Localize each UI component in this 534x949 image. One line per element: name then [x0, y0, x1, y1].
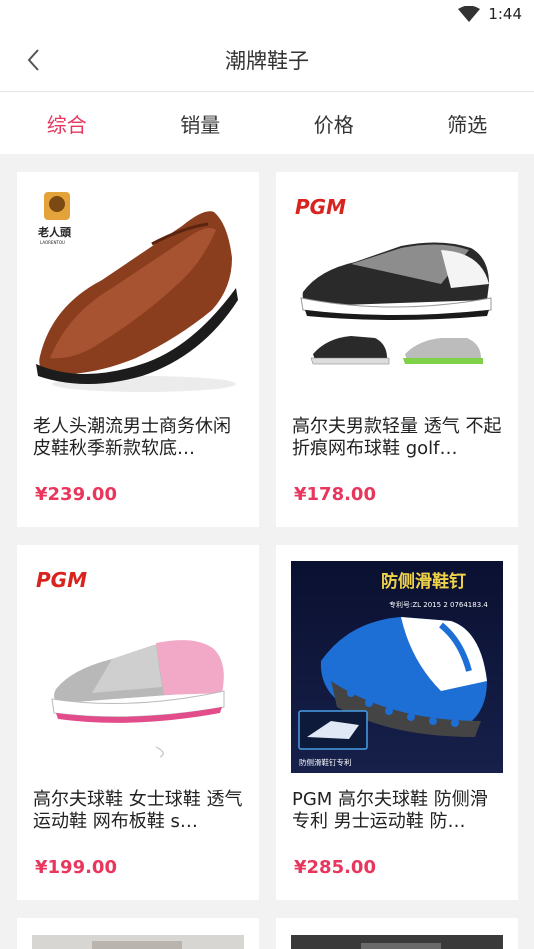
- product-price: ¥199.00: [35, 857, 117, 878]
- status-time: 1:44: [488, 5, 522, 23]
- product-image: PGM: [291, 188, 503, 400]
- status-bar: 1:44: [0, 0, 534, 28]
- product-image: [291, 935, 503, 949]
- inset-label: 防侧滑鞋钉专利: [299, 757, 352, 767]
- product-title: 高尔夫球鞋 女士球鞋 透气运动鞋 网布板鞋 s…: [33, 789, 243, 832]
- product-image: PGM: [32, 561, 244, 773]
- filter-tab-sales[interactable]: 销量: [134, 109, 268, 138]
- product-title: 老人头潮流男士商务休闲皮鞋秋季新款软底…: [33, 416, 231, 459]
- product-title: PGM 高尔夫球鞋 防侧滑专利 男士运动鞋 防…: [292, 789, 488, 832]
- product-title: 高尔夫男款轻量 透气 不起折痕网布球鞋 golf…: [292, 416, 502, 459]
- product-card[interactable]: PGM 高尔夫球鞋 女士球鞋 透气运动鞋 网布板鞋 s… ¥199.00: [17, 545, 259, 900]
- banner-text: 防侧滑鞋钉: [381, 571, 466, 592]
- patent-text: 专利号:ZL 2015 2 0764183.4: [389, 600, 488, 609]
- brand-logo-subtext: LAORENTOU: [40, 240, 65, 245]
- filter-tab-filter[interactable]: 筛选: [401, 109, 534, 138]
- back-button[interactable]: [18, 44, 48, 76]
- product-image: [32, 935, 244, 949]
- brand-logo-text: PGM: [36, 568, 87, 592]
- product-card[interactable]: [276, 918, 518, 949]
- product-card[interactable]: 防侧滑鞋钉 专利号:ZL 2015 2 0764183.4 防侧滑鞋钉专利 PG…: [276, 545, 518, 900]
- wifi-icon: [458, 6, 481, 22]
- product-price: ¥285.00: [294, 857, 376, 878]
- product-image: 防侧滑鞋钉 专利号:ZL 2015 2 0764183.4 防侧滑鞋钉专利: [291, 561, 503, 773]
- product-price: ¥178.00: [294, 484, 376, 505]
- filter-tab-price[interactable]: 价格: [267, 109, 401, 138]
- product-card[interactable]: [17, 918, 259, 949]
- product-card[interactable]: PGM 高尔夫男款轻量 透气 不起折痕网布球鞋 golf… ¥178.00: [276, 172, 518, 527]
- product-image: 老人頭 LAORENTOU: [32, 188, 244, 400]
- brand-logo-text: PGM: [295, 195, 346, 219]
- chevron-left-icon: [27, 49, 39, 71]
- product-grid: 老人頭 LAORENTOU 老人头潮流男士商务休闲皮鞋秋季新款软底… ¥239.…: [0, 154, 534, 949]
- product-card[interactable]: 老人頭 LAORENTOU 老人头潮流男士商务休闲皮鞋秋季新款软底… ¥239.…: [17, 172, 259, 527]
- brand-logo-text: 老人頭: [37, 225, 72, 239]
- filter-bar: 综合 销量 价格 筛选: [0, 92, 534, 154]
- product-price: ¥239.00: [35, 484, 117, 505]
- title-bar: 潮牌鞋子: [0, 28, 534, 92]
- page-title: 潮牌鞋子: [225, 48, 309, 73]
- filter-tab-comprehensive[interactable]: 综合: [0, 109, 134, 138]
